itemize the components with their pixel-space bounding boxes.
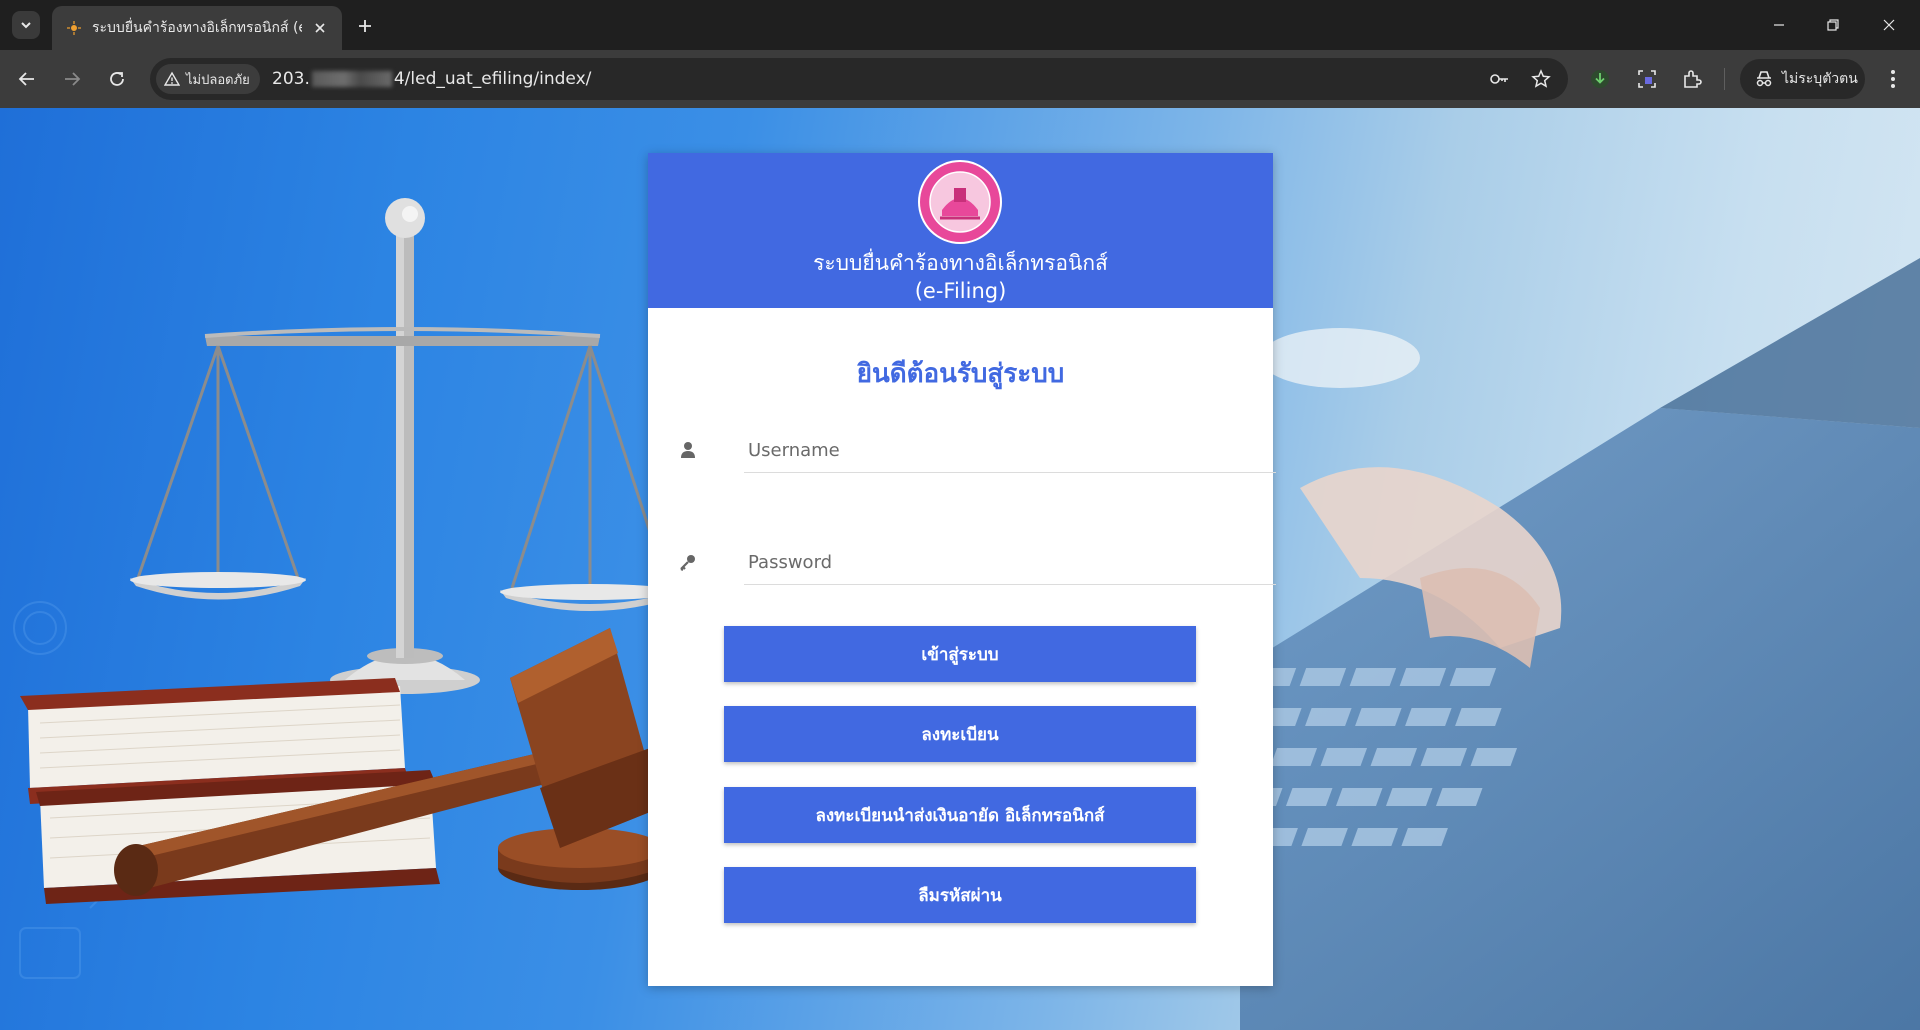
forward-button[interactable]	[58, 65, 86, 93]
tab-strip: ระบบยื่นคำร้องทางอิเล็กทรอนิกส์ (e-Filin…	[0, 0, 1920, 50]
department-seal-logo	[918, 160, 1002, 244]
favicon-icon	[66, 20, 82, 36]
active-tab[interactable]: ระบบยื่นคำร้องทางอิเล็กทรอนิกส์ (e-Filin…	[52, 6, 342, 50]
extensions-icon[interactable]	[1679, 66, 1705, 92]
download-icon[interactable]	[1587, 66, 1613, 92]
star-icon	[1531, 69, 1551, 88]
security-label: ไม่ปลอดภัย	[186, 72, 250, 88]
forgot-password-button[interactable]: ลืมรหัสผ่าน	[724, 867, 1196, 923]
username-input[interactable]	[744, 428, 1276, 473]
close-icon	[1883, 19, 1895, 31]
tab-title: ระบบยื่นคำร้องทางอิเล็กทรอนิกส์ (e-Filin…	[92, 20, 302, 36]
password-key-icon	[676, 550, 700, 574]
bookmark-star-icon[interactable]	[1530, 68, 1552, 90]
plus-icon	[359, 20, 371, 32]
close-window-button[interactable]	[1876, 12, 1902, 38]
reload-icon	[110, 72, 124, 86]
system-title-line1: ระบบยื่นคำร้องทางอิเล็กทรอนิกส์	[813, 251, 1108, 275]
chevron-down-icon	[21, 22, 31, 29]
password-manager-icon[interactable]	[1488, 68, 1510, 90]
minimize-button[interactable]	[1766, 12, 1792, 38]
login-card: ระบบยื่นคำร้องทางอิเล็กทรอนิกส์ (e-Filin…	[648, 153, 1276, 986]
laptop-typing-illustration	[1240, 258, 1920, 1030]
welcome-heading: ยินดีต้อนรับสู่ระบบ	[856, 359, 1065, 389]
incognito-profile-button[interactable]: ไม่ระบุตัวตน	[1740, 59, 1865, 99]
tab-search-button[interactable]	[12, 11, 40, 39]
browser-toolbar: ไม่ปลอดภัย 203. 4/led_uat_efiling/index/ …	[0, 50, 1920, 108]
register-payment-button[interactable]: ลงทะเบียนนำส่งเงินอายัด อิเล็กทรอนิกส์	[724, 787, 1196, 843]
toolbar-divider	[1724, 68, 1725, 90]
security-chip[interactable]: ไม่ปลอดภัย	[156, 64, 260, 94]
address-bar[interactable]: ไม่ปลอดภัย 203. 4/led_uat_efiling/index/	[150, 58, 1568, 100]
forward-icon	[65, 72, 81, 86]
user-icon	[676, 438, 700, 462]
restore-icon	[1827, 19, 1839, 31]
register-button[interactable]: ลงทะเบียน	[724, 706, 1196, 762]
incognito-icon	[1756, 71, 1772, 87]
profile-label: ไม่ระบุตัวตน	[1782, 71, 1858, 87]
close-icon[interactable]	[310, 18, 330, 38]
url-prefix: 203.	[272, 69, 310, 89]
card-header: ระบบยื่นคำร้องทางอิเล็กทรอนิกส์ (e-Filin…	[648, 153, 1273, 308]
page-background: ระบบยื่นคำร้องทางอิเล็กทรอนิกส์ (e-Filin…	[0, 108, 1920, 1030]
password-field	[676, 530, 1276, 590]
password-input[interactable]	[744, 540, 1276, 585]
restore-button[interactable]	[1820, 12, 1846, 38]
menu-icon[interactable]	[1880, 66, 1906, 92]
system-title-line2: (e-Filing)	[914, 279, 1007, 303]
reload-button[interactable]	[103, 65, 131, 93]
justice-scales-illustration	[13, 198, 680, 979]
url-suffix: 4/led_uat_efiling/index/	[393, 69, 592, 89]
key-icon	[1490, 74, 1508, 84]
username-field	[676, 418, 1276, 478]
url-text[interactable]: 203. 4/led_uat_efiling/index/	[272, 69, 591, 89]
new-tab-button[interactable]	[352, 13, 378, 39]
system-title: ระบบยื่นคำร้องทางอิเล็กทรอนิกส์ (e-Filin…	[648, 249, 1273, 305]
login-button[interactable]: เข้าสู่ระบบ	[724, 626, 1196, 682]
back-icon	[18, 72, 34, 86]
warning-icon	[164, 71, 180, 86]
back-button[interactable]	[13, 65, 41, 93]
screenshot-icon[interactable]	[1634, 66, 1660, 92]
redacted-ip	[311, 71, 392, 87]
minimize-icon	[1774, 24, 1784, 26]
